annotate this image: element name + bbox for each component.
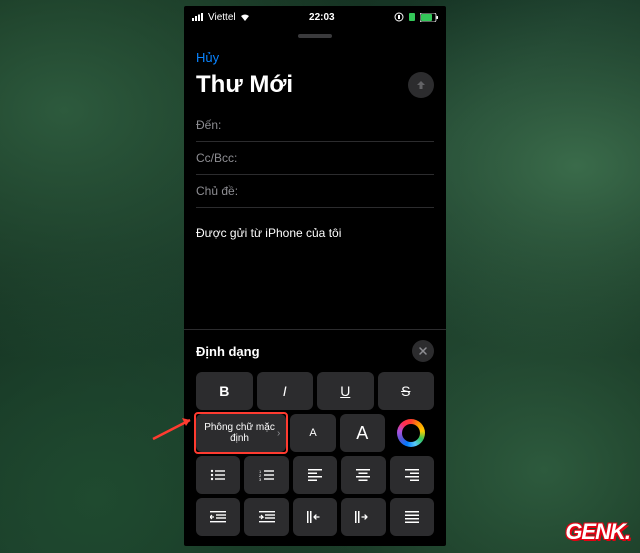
cancel-button[interactable]: Hủy — [196, 46, 219, 69]
svg-text:3: 3 — [259, 477, 262, 481]
format-header: Định dạng — [196, 340, 434, 362]
align-right-icon — [405, 469, 419, 481]
outdent-button[interactable] — [196, 498, 240, 536]
subject-field[interactable]: Chủ đề: — [196, 175, 434, 208]
underline-button[interactable]: U — [317, 372, 374, 410]
align-left-button[interactable] — [293, 456, 337, 494]
italic-button[interactable]: I — [257, 372, 314, 410]
strikethrough-button[interactable]: S — [378, 372, 435, 410]
format-row-list: 123 — [196, 456, 434, 494]
statusbar-right — [394, 12, 438, 22]
align-left-icon — [308, 469, 322, 481]
ccbcc-label: Cc/Bcc: — [196, 151, 237, 165]
carrier-label: Viettel — [208, 12, 236, 23]
color-wheel-icon — [397, 419, 425, 447]
indent-icon — [259, 511, 275, 523]
align-center-button[interactable] — [341, 456, 385, 494]
sheet-handle[interactable] — [298, 34, 332, 38]
font-size-decrease-button[interactable]: A — [290, 414, 335, 452]
signal-icon — [192, 13, 204, 21]
quote-right-icon — [355, 511, 371, 523]
send-button[interactable] — [408, 72, 434, 98]
quote-decrease-button[interactable] — [293, 498, 337, 536]
font-default-label: Phông chữ mặc định — [202, 422, 277, 444]
outdent-icon — [210, 511, 226, 523]
signature-text: Được gửi từ iPhone của tôi — [196, 226, 434, 240]
compose-fields: Đến: Cc/Bcc: Chủ đề: — [184, 109, 446, 208]
to-field[interactable]: Đến: — [196, 109, 434, 142]
align-center-icon — [356, 469, 370, 481]
format-panel: Định dạng B I U S Phông chữ mặc định › A… — [184, 329, 446, 546]
quote-left-icon — [307, 511, 323, 523]
close-icon — [418, 346, 428, 356]
format-row-indent — [196, 498, 434, 536]
title-row: Thư Mới — [184, 69, 446, 109]
wifi-icon — [240, 13, 250, 21]
numbered-list-button[interactable]: 123 — [244, 456, 288, 494]
subject-label: Chủ đề: — [196, 184, 238, 198]
align-right-button[interactable] — [390, 456, 434, 494]
format-close-button[interactable] — [412, 340, 434, 362]
ccbcc-field[interactable]: Cc/Bcc: — [196, 142, 434, 175]
format-row-style: B I U S — [196, 372, 434, 410]
bold-button[interactable]: B — [196, 372, 253, 410]
to-label: Đến: — [196, 118, 221, 132]
text-color-button[interactable] — [389, 414, 434, 452]
orientation-lock-icon — [394, 12, 404, 22]
justify-button[interactable] — [390, 498, 434, 536]
chevron-right-icon: › — [277, 428, 280, 439]
align-justify-icon — [405, 511, 419, 523]
compose-title: Thư Mới — [196, 71, 293, 99]
bullet-list-button[interactable] — [196, 456, 240, 494]
font-picker-button[interactable]: Phông chữ mặc định › — [196, 414, 286, 452]
statusbar-left: Viettel — [192, 12, 250, 23]
statusbar-time: 22:03 — [309, 12, 335, 23]
list-number-icon: 123 — [259, 469, 275, 481]
font-size-increase-button[interactable]: A — [340, 414, 385, 452]
compose-body[interactable]: Được gửi từ iPhone của tôi — [184, 208, 446, 329]
list-bullet-icon — [210, 469, 226, 481]
arrow-up-circle-icon — [414, 78, 428, 92]
compose-header: Hủy — [184, 42, 446, 69]
indent-button[interactable] — [244, 498, 288, 536]
quote-increase-button[interactable] — [341, 498, 385, 536]
watermark-logo: GENK. — [565, 519, 630, 545]
format-title: Định dạng — [196, 344, 260, 359]
format-row-font: Phông chữ mặc định › A A — [196, 414, 434, 452]
status-bar: Viettel 22:03 — [184, 6, 446, 28]
phone-screen: Viettel 22:03 Hủy Thư Mới Đến: Cc/Bcc: C… — [184, 6, 446, 546]
battery-saver-icon — [408, 12, 416, 22]
battery-icon — [420, 13, 438, 22]
